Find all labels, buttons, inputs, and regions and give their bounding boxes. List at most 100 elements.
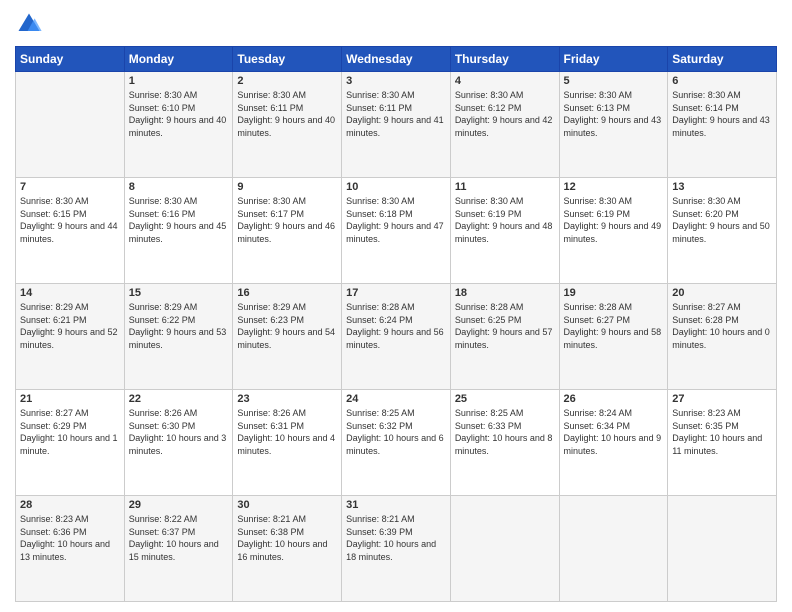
day-info: Sunrise: 8:21 AMSunset: 6:38 PMDaylight:… (237, 513, 337, 563)
calendar-week-3: 14 Sunrise: 8:29 AMSunset: 6:21 PMDayligh… (16, 284, 777, 390)
day-info: Sunrise: 8:29 AMSunset: 6:21 PMDaylight:… (20, 301, 120, 351)
day-number: 12 (564, 181, 664, 193)
day-number: 11 (455, 181, 555, 193)
day-number: 10 (346, 181, 446, 193)
calendar-cell (16, 72, 125, 178)
calendar-cell: 27 Sunrise: 8:23 AMSunset: 6:35 PMDayligh… (668, 390, 777, 496)
day-number: 8 (129, 181, 229, 193)
day-info: Sunrise: 8:22 AMSunset: 6:37 PMDaylight:… (129, 513, 229, 563)
day-info: Sunrise: 8:28 AMSunset: 6:24 PMDaylight:… (346, 301, 446, 351)
calendar-cell: 11 Sunrise: 8:30 AMSunset: 6:19 PMDayligh… (450, 178, 559, 284)
day-info: Sunrise: 8:30 AMSunset: 6:16 PMDaylight:… (129, 195, 229, 245)
calendar-cell: 17 Sunrise: 8:28 AMSunset: 6:24 PMDayligh… (342, 284, 451, 390)
calendar-cell: 10Sunrise: 8:30 AMSunset: 6:18 PMDayligh… (342, 178, 451, 284)
day-number: 3 (346, 75, 446, 87)
weekday-header-friday: Friday (559, 47, 668, 72)
day-number: 1 (129, 75, 229, 87)
weekday-header-wednesday: Wednesday (342, 47, 451, 72)
day-info: Sunrise: 8:21 AMSunset: 6:39 PMDaylight:… (346, 513, 446, 563)
calendar-cell: 9Sunrise: 8:30 AMSunset: 6:17 PMDaylight… (233, 178, 342, 284)
calendar-cell: 18Sunrise: 8:28 AMSunset: 6:25 PMDayligh… (450, 284, 559, 390)
day-number: 30 (237, 499, 337, 511)
day-number: 20 (672, 287, 772, 299)
weekday-header-tuesday: Tuesday (233, 47, 342, 72)
day-number: 6 (672, 75, 772, 87)
day-info: Sunrise: 8:26 AMSunset: 6:30 PMDaylight:… (129, 407, 229, 457)
day-number: 31 (346, 499, 446, 511)
day-info: Sunrise: 8:30 AMSunset: 6:10 PMDaylight:… (129, 89, 229, 139)
calendar-cell: 6 Sunrise: 8:30 AMSunset: 6:14 PMDaylight… (668, 72, 777, 178)
weekday-header-saturday: Saturday (668, 47, 777, 72)
day-info: Sunrise: 8:24 AMSunset: 6:34 PMDaylight:… (564, 407, 664, 457)
day-number: 23 (237, 393, 337, 405)
calendar-cell: 19 Sunrise: 8:28 AMSunset: 6:27 PMDayligh… (559, 284, 668, 390)
day-number: 17 (346, 287, 446, 299)
calendar-cell: 24 Sunrise: 8:25 AMSunset: 6:32 PMDayligh… (342, 390, 451, 496)
calendar-cell: 20Sunrise: 8:27 AMSunset: 6:28 PMDayligh… (668, 284, 777, 390)
day-info: Sunrise: 8:23 AMSunset: 6:36 PMDaylight:… (20, 513, 120, 563)
calendar-cell: 29Sunrise: 8:22 AMSunset: 6:37 PMDayligh… (124, 496, 233, 602)
day-number: 27 (672, 393, 772, 405)
header (15, 10, 777, 38)
calendar-cell: 26 Sunrise: 8:24 AMSunset: 6:34 PMDayligh… (559, 390, 668, 496)
day-number: 25 (455, 393, 555, 405)
day-info: Sunrise: 8:23 AMSunset: 6:35 PMDaylight:… (672, 407, 772, 457)
day-number: 13 (672, 181, 772, 193)
day-info: Sunrise: 8:27 AMSunset: 6:29 PMDaylight:… (20, 407, 120, 457)
calendar-cell: 14 Sunrise: 8:29 AMSunset: 6:21 PMDayligh… (16, 284, 125, 390)
day-number: 22 (129, 393, 229, 405)
day-info: Sunrise: 8:30 AMSunset: 6:11 PMDaylight:… (346, 89, 446, 139)
day-info: Sunrise: 8:30 AMSunset: 6:14 PMDaylight:… (672, 89, 772, 139)
day-number: 19 (564, 287, 664, 299)
day-number: 4 (455, 75, 555, 87)
day-info: Sunrise: 8:30 AMSunset: 6:12 PMDaylight:… (455, 89, 555, 139)
weekday-row: SundayMondayTuesdayWednesdayThursdayFrid… (16, 47, 777, 72)
calendar-cell: 30 Sunrise: 8:21 AMSunset: 6:38 PMDayligh… (233, 496, 342, 602)
calendar-cell: 28 Sunrise: 8:23 AMSunset: 6:36 PMDayligh… (16, 496, 125, 602)
calendar-cell: 31 Sunrise: 8:21 AMSunset: 6:39 PMDayligh… (342, 496, 451, 602)
calendar-cell: 3 Sunrise: 8:30 AMSunset: 6:11 PMDaylight… (342, 72, 451, 178)
weekday-header-sunday: Sunday (16, 47, 125, 72)
calendar-cell: 4 Sunrise: 8:30 AMSunset: 6:12 PMDaylight… (450, 72, 559, 178)
day-number: 28 (20, 499, 120, 511)
calendar-cell: 8 Sunrise: 8:30 AMSunset: 6:16 PMDaylight… (124, 178, 233, 284)
day-number: 26 (564, 393, 664, 405)
calendar-week-2: 7Sunrise: 8:30 AMSunset: 6:15 PMDaylight… (16, 178, 777, 284)
weekday-header-monday: Monday (124, 47, 233, 72)
calendar-cell (668, 496, 777, 602)
logo (15, 10, 47, 38)
calendar-week-4: 21Sunrise: 8:27 AMSunset: 6:29 PMDayligh… (16, 390, 777, 496)
calendar-cell: 13 Sunrise: 8:30 AMSunset: 6:20 PMDayligh… (668, 178, 777, 284)
calendar-cell (559, 496, 668, 602)
day-info: Sunrise: 8:30 AMSunset: 6:19 PMDaylight:… (564, 195, 664, 245)
calendar-cell: 7Sunrise: 8:30 AMSunset: 6:15 PMDaylight… (16, 178, 125, 284)
calendar-week-5: 28 Sunrise: 8:23 AMSunset: 6:36 PMDayligh… (16, 496, 777, 602)
day-number: 24 (346, 393, 446, 405)
day-number: 14 (20, 287, 120, 299)
calendar-week-1: 1 Sunrise: 8:30 AMSunset: 6:10 PMDaylight… (16, 72, 777, 178)
calendar-cell: 5Sunrise: 8:30 AMSunset: 6:13 PMDaylight… (559, 72, 668, 178)
day-info: Sunrise: 8:30 AMSunset: 6:13 PMDaylight:… (564, 89, 664, 139)
day-number: 16 (237, 287, 337, 299)
day-info: Sunrise: 8:30 AMSunset: 6:19 PMDaylight:… (455, 195, 555, 245)
calendar-cell: 15Sunrise: 8:29 AMSunset: 6:22 PMDayligh… (124, 284, 233, 390)
calendar-cell: 21Sunrise: 8:27 AMSunset: 6:29 PMDayligh… (16, 390, 125, 496)
day-info: Sunrise: 8:26 AMSunset: 6:31 PMDaylight:… (237, 407, 337, 457)
day-info: Sunrise: 8:30 AMSunset: 6:20 PMDaylight:… (672, 195, 772, 245)
day-info: Sunrise: 8:28 AMSunset: 6:27 PMDaylight:… (564, 301, 664, 351)
calendar-cell (450, 496, 559, 602)
calendar-table: SundayMondayTuesdayWednesdayThursdayFrid… (15, 46, 777, 602)
day-number: 15 (129, 287, 229, 299)
day-info: Sunrise: 8:25 AMSunset: 6:32 PMDaylight:… (346, 407, 446, 457)
day-number: 7 (20, 181, 120, 193)
day-info: Sunrise: 8:28 AMSunset: 6:25 PMDaylight:… (455, 301, 555, 351)
day-info: Sunrise: 8:25 AMSunset: 6:33 PMDaylight:… (455, 407, 555, 457)
day-number: 2 (237, 75, 337, 87)
calendar-cell: 22 Sunrise: 8:26 AMSunset: 6:30 PMDayligh… (124, 390, 233, 496)
day-info: Sunrise: 8:29 AMSunset: 6:23 PMDaylight:… (237, 301, 337, 351)
calendar-cell: 1 Sunrise: 8:30 AMSunset: 6:10 PMDaylight… (124, 72, 233, 178)
calendar-cell: 16 Sunrise: 8:29 AMSunset: 6:23 PMDayligh… (233, 284, 342, 390)
day-info: Sunrise: 8:30 AMSunset: 6:17 PMDaylight:… (237, 195, 337, 245)
calendar-cell: 12 Sunrise: 8:30 AMSunset: 6:19 PMDayligh… (559, 178, 668, 284)
calendar-cell: 23 Sunrise: 8:26 AMSunset: 6:31 PMDayligh… (233, 390, 342, 496)
